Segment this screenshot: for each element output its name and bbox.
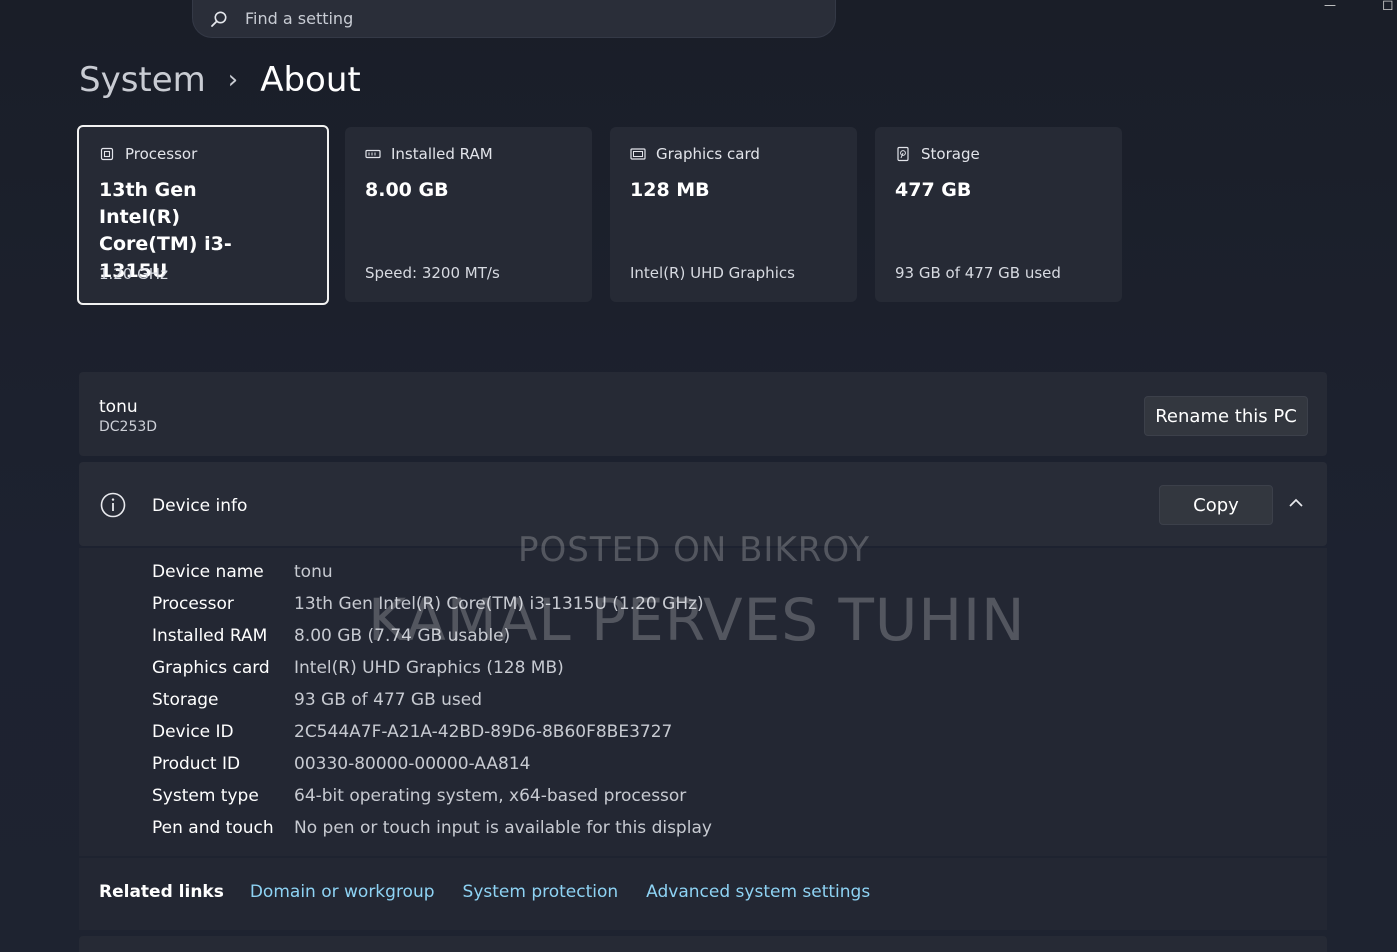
breadcrumb-system[interactable]: System [79,60,206,100]
card-value: 477 GB [895,179,972,201]
spec-value[interactable]: 00330-80000-00000-AA814 [294,754,530,774]
spec-row: System type 64-bit operating system, x64… [152,780,712,812]
card-sub: Speed: 3200 MT/s [365,264,500,282]
chevron-up-icon[interactable] [1288,497,1304,509]
device-info-title: Device info [152,496,248,516]
info-icon [100,492,126,518]
processor-icon [100,147,114,161]
spec-row: Product ID 00330-80000-00000-AA814 [152,748,712,780]
search-icon [211,11,227,27]
spec-label: Installed RAM [152,626,268,646]
spec-value[interactable]: 64-bit operating system, x64-based proce… [294,786,686,806]
spec-value[interactable]: No pen or touch input is available for t… [294,818,712,838]
spec-label: Graphics card [152,658,270,678]
graphics-card-icon [630,148,646,160]
card-value: 8.00 GB [365,179,449,201]
card-sub: 1.20 GHz [99,265,168,283]
spec-row: Device ID 2C544A7F-A21A-42BD-89D6-8B60F8… [152,716,712,748]
graphics-card-card[interactable]: Graphics card 128 MB Intel(R) UHD Graphi… [610,127,857,302]
search-input[interactable] [243,8,807,29]
advanced-system-settings-link[interactable]: Advanced system settings [646,882,870,902]
copy-button[interactable]: Copy [1159,485,1273,525]
breadcrumb: System › About [79,60,361,100]
spec-label: Device ID [152,722,234,742]
spec-label: System type [152,786,259,806]
spec-row: Device name tonu [152,556,712,588]
spec-label: Storage [152,690,219,710]
card-value: 128 MB [630,179,710,201]
spec-value[interactable]: tonu [294,562,333,582]
device-info-header[interactable]: Device info Copy [79,462,1327,546]
maximize-button[interactable]: ◻ [1382,0,1394,13]
page-title: About [260,60,361,100]
ram-icon [365,149,381,159]
settings-page: — ◻ System › About Processor 13th Gen In… [0,0,1397,952]
spec-row: Installed RAM 8.00 GB (7.74 GB usable) [152,620,712,652]
storage-icon [897,146,909,162]
domain-workgroup-link[interactable]: Domain or workgroup [250,882,435,902]
rename-pc-button[interactable]: Rename this PC [1144,396,1308,436]
spec-row: Graphics card Intel(R) UHD Graphics (128… [152,652,712,684]
card-sub: 93 GB of 477 GB used [895,264,1061,282]
pc-name-panel: tonu DC253D Rename this PC [79,372,1327,456]
spec-list: Device name tonu Processor 13th Gen Inte… [152,556,712,844]
spec-label: Processor [152,594,234,614]
storage-card[interactable]: Storage 477 GB 93 GB of 477 GB used [875,127,1122,302]
device-info-specs: Device name tonu Processor 13th Gen Inte… [79,548,1327,856]
next-panel [79,936,1327,952]
related-links-panel: Related links Domain or workgroup System… [79,858,1327,930]
card-title: Installed RAM [391,145,493,163]
spec-label: Device name [152,562,264,582]
spec-label: Pen and touch [152,818,274,838]
ram-card[interactable]: Installed RAM 8.00 GB Speed: 3200 MT/s [345,127,592,302]
processor-card[interactable]: Processor 13th Gen Intel(R) Core(TM) i3-… [77,125,329,305]
related-links-title: Related links [99,882,224,902]
spec-value[interactable]: 8.00 GB (7.74 GB usable) [294,626,510,646]
card-title: Processor [125,145,198,163]
pc-name: tonu [99,397,138,417]
spec-label: Product ID [152,754,241,774]
card-title: Storage [921,145,980,163]
minimize-button[interactable]: — [1324,0,1336,12]
search-box[interactable] [192,0,836,38]
chevron-right-icon: › [227,65,239,95]
spec-value[interactable]: 13th Gen Intel(R) Core(TM) i3-1315U (1.2… [294,594,704,614]
spec-row: Pen and touch No pen or touch input is a… [152,812,712,844]
card-sub: Intel(R) UHD Graphics [630,264,795,282]
card-title: Graphics card [656,145,760,163]
pc-model: DC253D [99,419,158,435]
spec-row: Storage 93 GB of 477 GB used [152,684,712,716]
spec-value[interactable]: Intel(R) UHD Graphics (128 MB) [294,658,564,678]
spec-value[interactable]: 2C544A7F-A21A-42BD-89D6-8B60F8BE3727 [294,722,672,742]
spec-row: Processor 13th Gen Intel(R) Core(TM) i3-… [152,588,712,620]
spec-value[interactable]: 93 GB of 477 GB used [294,690,482,710]
system-protection-link[interactable]: System protection [463,882,619,902]
